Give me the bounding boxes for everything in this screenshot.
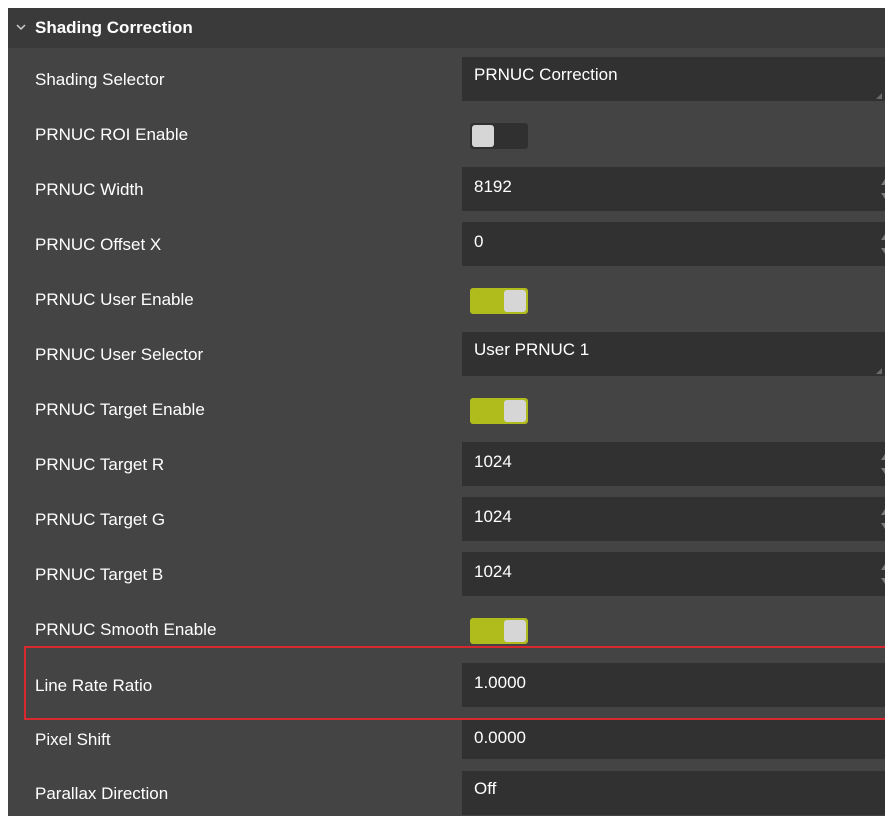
row-prnuc-target-r: PRNUC Target R 1024 bbox=[8, 437, 885, 492]
dropdown-value: PRNUC Correction bbox=[474, 65, 618, 84]
spin-arrows-icon[interactable] bbox=[880, 558, 885, 590]
prnuc-smooth-enable-toggle[interactable] bbox=[470, 618, 528, 644]
row-parallax-direction: Parallax Direction Off bbox=[8, 766, 885, 816]
pixel-shift-input[interactable]: 0.0000 bbox=[462, 719, 885, 759]
prnuc-user-enable-toggle[interactable] bbox=[470, 288, 528, 314]
row-label: PRNUC User Enable bbox=[35, 290, 194, 309]
spinbox-value: 1024 bbox=[474, 562, 512, 581]
dropdown-value: User PRNUC 1 bbox=[474, 340, 590, 359]
row-prnuc-user-selector: PRNUC User Selector User PRNUC 1 bbox=[8, 327, 885, 382]
dropdown-value: Off bbox=[474, 779, 497, 798]
spin-arrows-icon[interactable] bbox=[880, 503, 885, 535]
row-shading-selector: Shading Selector PRNUC Correction bbox=[8, 52, 885, 107]
row-label: PRNUC User Selector bbox=[35, 345, 204, 364]
toggle-knob bbox=[472, 125, 494, 147]
prnuc-target-enable-toggle[interactable] bbox=[470, 398, 528, 424]
row-prnuc-target-g: PRNUC Target G 1024 bbox=[8, 492, 885, 547]
row-prnuc-target-b: PRNUC Target B 1024 bbox=[8, 547, 885, 602]
input-value: 0.0000 bbox=[474, 728, 526, 747]
chevron-down-icon[interactable] bbox=[14, 20, 28, 34]
row-label: PRNUC Target G bbox=[35, 510, 166, 529]
prnuc-target-b-spinbox[interactable]: 1024 bbox=[462, 552, 885, 596]
row-label: PRNUC Target R bbox=[35, 455, 165, 474]
toggle-knob bbox=[504, 620, 526, 642]
spinbox-value: 1024 bbox=[474, 452, 512, 471]
spinbox-value: 1024 bbox=[474, 507, 512, 526]
row-label: Shading Selector bbox=[35, 70, 165, 89]
shading-selector-dropdown[interactable]: PRNUC Correction bbox=[462, 57, 885, 101]
row-label: Pixel Shift bbox=[35, 730, 111, 749]
dropdown-corner-icon bbox=[876, 93, 882, 99]
feature-tree-panel: Shading Correction Shading Selector PRNU… bbox=[8, 8, 885, 816]
spin-arrows-icon[interactable] bbox=[880, 173, 885, 205]
toggle-knob bbox=[504, 400, 526, 422]
prnuc-offset-x-spinbox[interactable]: 0 bbox=[462, 222, 885, 266]
row-prnuc-roi-enable: PRNUC ROI Enable bbox=[8, 107, 885, 162]
parallax-direction-dropdown[interactable]: Off bbox=[462, 771, 885, 815]
row-label: Parallax Direction bbox=[35, 784, 169, 803]
row-label: PRNUC Target Enable bbox=[35, 400, 205, 419]
row-label: PRNUC Target B bbox=[35, 565, 164, 584]
spinbox-value: 8192 bbox=[474, 177, 512, 196]
spinbox-value: 0 bbox=[474, 232, 484, 251]
prnuc-target-g-spinbox[interactable]: 1024 bbox=[462, 497, 885, 541]
toggle-knob bbox=[504, 290, 526, 312]
prnuc-width-spinbox[interactable]: 8192 bbox=[462, 167, 885, 211]
highlight-box bbox=[24, 646, 885, 720]
row-label: PRNUC Smooth Enable bbox=[35, 620, 217, 639]
row-label: PRNUC ROI Enable bbox=[35, 125, 189, 144]
row-prnuc-target-enable: PRNUC Target Enable bbox=[8, 382, 885, 437]
row-prnuc-offset-x: PRNUC Offset X 0 bbox=[8, 217, 885, 272]
section-header[interactable]: Shading Correction bbox=[8, 8, 885, 48]
spin-arrows-icon[interactable] bbox=[880, 448, 885, 480]
prnuc-user-selector-dropdown[interactable]: User PRNUC 1 bbox=[462, 332, 885, 376]
dropdown-corner-icon bbox=[876, 368, 882, 374]
row-prnuc-user-enable: PRNUC User Enable bbox=[8, 272, 885, 327]
spin-arrows-icon[interactable] bbox=[880, 228, 885, 260]
row-label: PRNUC Width bbox=[35, 180, 144, 199]
prnuc-target-r-spinbox[interactable]: 1024 bbox=[462, 442, 885, 486]
section-title: Shading Correction bbox=[35, 18, 193, 37]
prnuc-roi-enable-toggle[interactable] bbox=[470, 123, 528, 149]
row-pixel-shift: Pixel Shift 0.0000 bbox=[8, 714, 885, 764]
row-label: PRNUC Offset X bbox=[35, 235, 162, 254]
row-prnuc-width: PRNUC Width 8192 bbox=[8, 162, 885, 217]
